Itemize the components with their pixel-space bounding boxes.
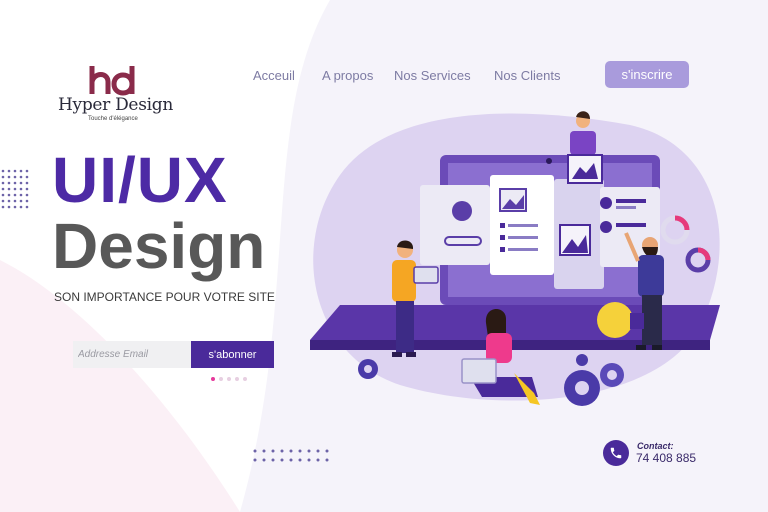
pager-dot-5[interactable] bbox=[243, 377, 247, 381]
nav-item-a-propos[interactable]: A propos bbox=[322, 68, 373, 83]
contact-phone-number[interactable]: 74 408 885 bbox=[636, 451, 696, 465]
phone-icon bbox=[603, 440, 629, 466]
pager-dot-4[interactable] bbox=[235, 377, 239, 381]
logo-tagline: Touche d'élégance bbox=[88, 116, 138, 122]
contact-label: Contact: bbox=[637, 441, 674, 451]
contact-block[interactable]: Contact: 74 408 885 bbox=[603, 440, 713, 470]
slide-pager bbox=[211, 377, 247, 381]
subscribe-button[interactable]: s'abonner bbox=[191, 341, 274, 368]
nav-item-acceuil[interactable]: Acceuil bbox=[253, 68, 295, 83]
email-input[interactable] bbox=[73, 341, 191, 368]
pager-dot-3[interactable] bbox=[227, 377, 231, 381]
pager-dot-2[interactable] bbox=[219, 377, 223, 381]
logo-name: Hyper Design bbox=[58, 95, 173, 115]
pager-dot-1[interactable] bbox=[211, 377, 215, 381]
nav-item-clients[interactable]: Nos Clients bbox=[494, 68, 560, 83]
decorative-dot-row bbox=[253, 449, 329, 462]
brand-logo[interactable]: Hyper Design Touche d'élégance bbox=[58, 62, 178, 132]
ui-ux-illustration bbox=[310, 111, 720, 406]
decorative-dot-grid bbox=[1, 169, 29, 209]
signup-button[interactable]: s'inscrire bbox=[605, 61, 689, 88]
logo-hd-icon bbox=[89, 66, 135, 96]
hero-title-line1: UI/UX bbox=[52, 144, 228, 216]
nav-item-services[interactable]: Nos Services bbox=[394, 68, 471, 83]
hero-title-line2: Design bbox=[52, 210, 266, 282]
hero-subtitle: SON IMPORTANCE POUR VOTRE SITE bbox=[54, 290, 275, 304]
